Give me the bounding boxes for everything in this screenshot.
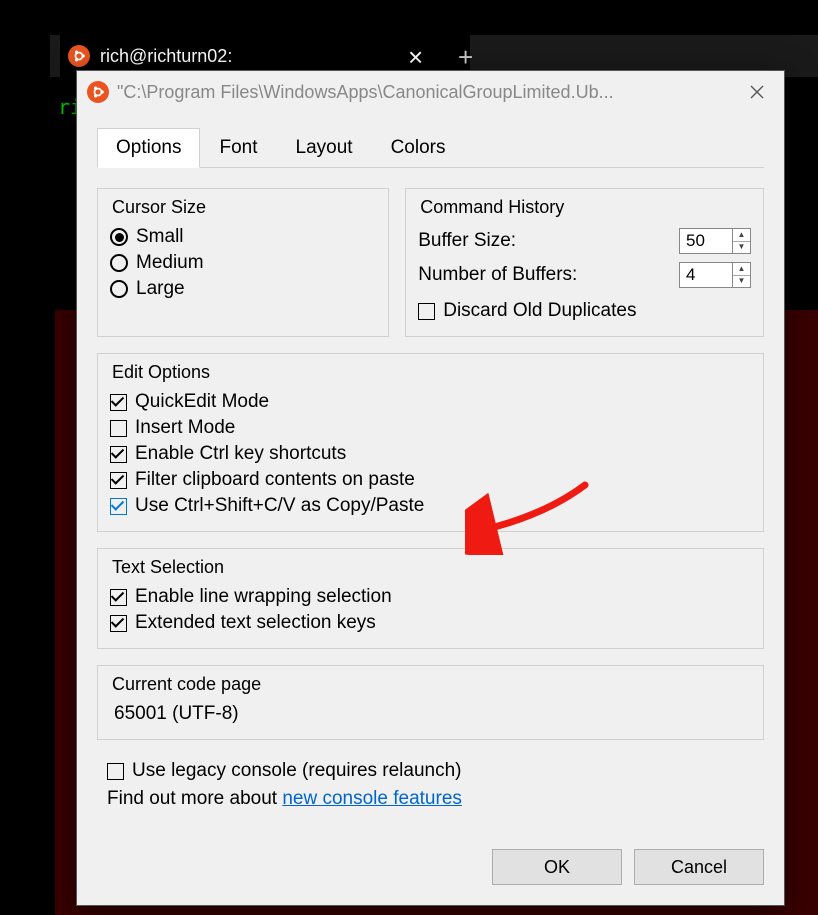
cursor-size-group: Cursor Size Small Medium Large [97,188,389,337]
num-buffers-label: Number of Buffers: [418,264,577,286]
edit-option-label: Insert Mode [135,417,235,439]
tab-options[interactable]: Options [97,128,200,168]
text-selection-label: Enable line wrapping selection [135,586,392,608]
cursor-size-radio-medium[interactable] [110,254,128,272]
edit-option-label: Enable Ctrl key shortcuts [135,443,346,465]
new-console-features-link[interactable]: new console features [282,788,462,809]
background-left-strip [0,38,55,915]
edit-options-group: Edit Options QuickEdit Mode Insert Mode En… [97,353,764,532]
legacy-console-checkbox[interactable] [107,763,124,780]
buffer-size-label: Buffer Size: [418,230,516,252]
cursor-size-radio-small[interactable] [110,228,128,246]
buffer-size-value: 50 [680,229,732,253]
dialog-title: "C:\Program Files\WindowsApps\CanonicalG… [117,82,736,103]
text-selection-checkbox[interactable] [110,589,127,606]
codepage-title: Current code page [110,672,751,701]
ubuntu-icon [68,45,90,67]
edit-option-label: QuickEdit Mode [135,391,269,413]
cursor-size-label: Small [136,226,184,248]
discard-duplicates-checkbox[interactable] [418,303,435,320]
cursor-size-title: Cursor Size [110,195,376,224]
ubuntu-icon [87,81,109,103]
ok-button[interactable]: OK [492,849,622,885]
cursor-size-radio-large[interactable] [110,280,128,298]
cancel-button[interactable]: Cancel [634,849,764,885]
cursor-size-label: Large [136,278,185,300]
codepage-value: 65001 (UTF-8) [110,701,751,727]
text-selection-label: Extended text selection keys [135,612,376,634]
dialog-titlebar: "C:\Program Files\WindowsApps\CanonicalG… [77,71,784,113]
text-selection-checkbox[interactable] [110,615,127,632]
text-selection-group: Text Selection Enable line wrapping sele… [97,548,764,649]
num-buffers-value: 4 [680,263,732,287]
properties-dialog: "C:\Program Files\WindowsApps\CanonicalG… [76,70,785,906]
spin-up-icon[interactable]: ▲ [733,263,750,276]
codepage-group: Current code page 65001 (UTF-8) [97,665,764,740]
command-history-group: Command History Buffer Size: 50 ▲▼ Numbe… [405,188,764,337]
edit-option-checkbox[interactable] [110,446,127,463]
text-selection-title: Text Selection [110,555,751,584]
edit-options-title: Edit Options [110,360,751,389]
edit-option-checkbox[interactable] [110,472,127,489]
terminal-tab-close-icon[interactable]: × [408,42,423,73]
learn-more-text: Find out more about new console features [107,788,764,810]
edit-option-label: Use Ctrl+Shift+C/V as Copy/Paste [135,495,424,517]
discard-duplicates-label: Discard Old Duplicates [443,300,636,322]
edit-option-label: Filter clipboard contents on paste [135,469,415,491]
spin-up-icon[interactable]: ▲ [733,229,750,242]
num-buffers-input[interactable]: 4 ▲▼ [679,262,751,288]
tab-layout[interactable]: Layout [277,128,372,168]
cursor-size-label: Medium [136,252,204,274]
dialog-close-button[interactable] [736,85,778,99]
terminal-tab-title: rich@richturn02: [100,46,232,67]
edit-option-checkbox[interactable] [110,394,127,411]
buffer-size-input[interactable]: 50 ▲▼ [679,228,751,254]
tab-font[interactable]: Font [200,128,276,168]
terminal-new-tab-icon[interactable]: + [458,42,473,73]
edit-option-checkbox[interactable] [110,498,127,515]
tab-colors[interactable]: Colors [372,128,465,168]
spin-down-icon[interactable]: ▼ [733,276,750,288]
dialog-tabs: OptionsFontLayoutColors [97,127,764,168]
command-history-title: Command History [418,195,751,224]
legacy-console-label: Use legacy console (requires relaunch) [132,760,462,782]
edit-option-checkbox[interactable] [110,420,127,437]
spin-down-icon[interactable]: ▼ [733,242,750,254]
